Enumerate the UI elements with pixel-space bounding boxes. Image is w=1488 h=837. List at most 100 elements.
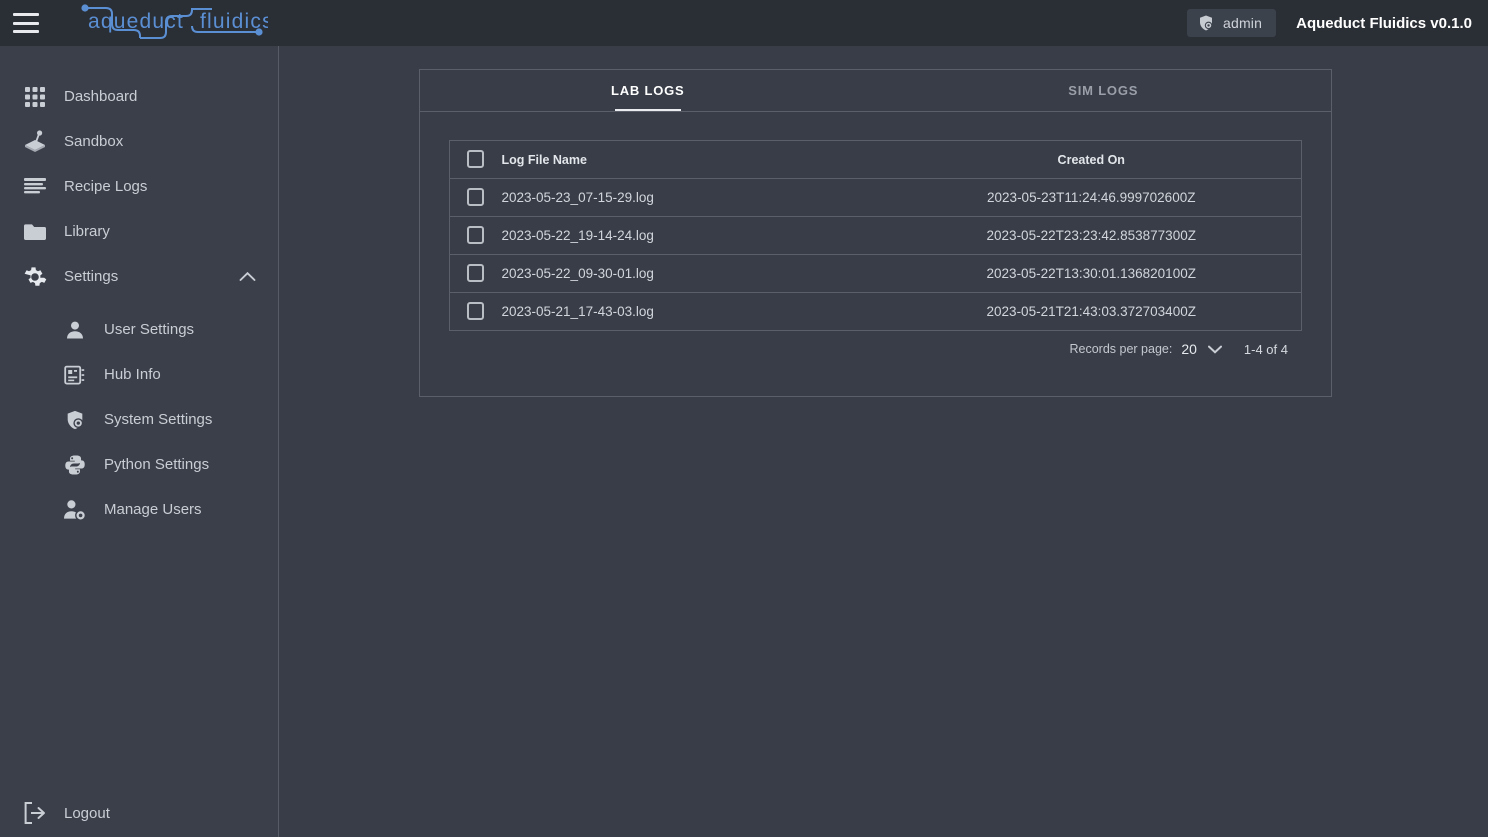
created-on-text: 2023-05-21T21:43:03.372703400Z [986,304,1196,319]
hamburger-line [13,13,39,16]
sidebar-item-recipe-logs[interactable]: Recipe Logs [0,164,278,209]
sidebar-item-settings[interactable]: Settings [0,254,278,299]
admin-label: admin [1222,15,1263,31]
table-row[interactable]: 2023-05-21_17-43-03.log 2023-05-21T21:43… [450,293,1302,331]
sidebar-item-sandbox[interactable]: Sandbox [0,119,278,164]
main-content: LAB LOGS SIM LOGS Log File Name Created … [279,46,1488,837]
admin-user-chip[interactable]: admin [1186,9,1277,37]
cell-log-file-name: 2023-05-22_09-30-01.log [501,254,882,293]
column-label: Log File Name [501,152,587,167]
table-row[interactable]: 2023-05-22_19-14-24.log 2023-05-22T23:23… [449,216,1302,255]
table-header-row: Log File Name Created On [449,140,1302,179]
table-row[interactable]: 2023-05-23_07-15-29.log 2023-05-23T11:24… [449,178,1302,217]
chevron-up-icon[interactable] [239,271,256,282]
python-icon [58,454,92,476]
folder-icon [12,222,58,242]
sidebar-item-hub-info[interactable]: Hub Info [0,352,278,397]
records-per-page-label: Records per page: [1069,342,1173,356]
created-on-text: 2023-05-22T13:30:01.136820100Z [986,266,1196,281]
table-pagination: Records per page: 20 1-4 of 4 [449,331,1302,367]
logs-card-body: Log File Name Created On 2023-05-23_07-1… [420,112,1331,396]
sidebar-item-dashboard[interactable]: Dashboard [0,74,278,119]
cell-log-file-name: 2023-05-21_17-43-03.log [502,293,882,331]
log-file-name-text: 2023-05-23_07-15-29.log [501,190,654,205]
cell-created-on: 2023-05-21T21:43:03.372703400Z [882,293,1302,331]
tab-lab-logs[interactable]: LAB LOGS [420,70,876,111]
chevron-down-icon[interactable] [1207,345,1222,354]
sidebar-item-label: Manage Users [104,501,202,518]
sidebar-item-label: Settings [64,268,119,285]
row-checkbox[interactable] [467,188,485,207]
cell-created-on: 2023-05-22T23:23:42.853877300Z [881,216,1302,255]
logs-tabs: LAB LOGS SIM LOGS [420,70,1331,112]
row-checkbox[interactable] [467,226,485,245]
logs-card: LAB LOGS SIM LOGS Log File Name Created … [419,69,1332,397]
sidebar-item-manage-users[interactable]: Manage Users [0,487,278,532]
row-select-cell [449,254,502,293]
sidebar-item-python-settings[interactable]: Python Settings [0,442,278,487]
tab-label: SIM LOGS [1068,83,1139,98]
log-file-name-text: 2023-05-22_09-30-01.log [501,266,654,281]
sidebar-item-logout[interactable]: Logout [0,789,278,837]
sidebar-item-library[interactable]: Library [0,209,278,254]
hamburger-line [13,30,39,33]
cell-log-file-name: 2023-05-22_19-14-24.log [501,216,882,255]
sidebar-item-user-settings[interactable]: User Settings [0,307,278,352]
svg-text:fluidics: fluidics [200,10,268,33]
tab-label: LAB LOGS [610,83,685,98]
logout-label: Logout [64,804,110,822]
top-bar-right: admin Aqueduct Fluidics v0.1.0 [1186,9,1488,37]
logout-icon [12,802,58,824]
pagination-range-label: 1-4 of 4 [1243,341,1288,357]
table-body: 2023-05-23_07-15-29.log 2023-05-23T11:24… [449,178,1302,331]
hub-chip-icon [58,365,92,385]
sidebar-item-label: User Settings [104,321,195,338]
joystick-icon [12,129,58,154]
table-head: Log File Name Created On [449,140,1302,179]
sidebar-item-label: Recipe Logs [64,178,148,195]
svg-text:aqueduct: aqueduct [88,10,184,33]
hamburger-menu-icon[interactable] [13,13,39,33]
person-gear-icon [58,499,92,521]
sidebar-item-label: System Settings [104,411,213,428]
log-file-name-text: 2023-05-21_17-43-03.log [501,304,654,319]
sidebar-item-system-settings[interactable]: System Settings [0,397,278,442]
sidebar-item-label: Dashboard [64,88,138,105]
app-version-label: Aqueduct Fluidics v0.1.0 [1296,14,1472,32]
sidebar-item-label: Python Settings [104,456,210,473]
records-per-page-value[interactable]: 20 [1181,341,1197,357]
cell-created-on: 2023-05-22T13:30:01.136820100Z [881,254,1302,293]
sidebar-settings-submenu: User Settings Hub Info System Settings P… [0,299,278,532]
row-checkbox[interactable] [467,302,485,321]
log-file-name-text: 2023-05-22_19-14-24.log [501,228,654,243]
tab-sim-logs[interactable]: SIM LOGS [876,70,1332,111]
sidebar-main-nav: Dashboard Sandbox Recipe Logs Library Se… [0,46,278,299]
column-header-log-file-name[interactable]: Log File Name [501,140,882,179]
aqueduct-fluidics-logo-icon: aqueduct fluidics [81,4,268,39]
column-label: Created On [1057,152,1125,167]
gear-icon [12,265,58,289]
row-select-cell [449,216,502,255]
column-header-created-on[interactable]: Created On [881,140,1302,179]
table-row[interactable]: 2023-05-22_09-30-01.log 2023-05-22T13:30… [449,254,1302,293]
sidebar-item-label: Sandbox [64,133,124,150]
grid-icon [12,86,58,108]
sidebar-item-label: Hub Info [104,366,161,383]
row-select-cell [449,178,502,217]
app-logo[interactable]: aqueduct fluidics [72,0,268,46]
sidebar: Dashboard Sandbox Recipe Logs Library Se… [0,46,279,837]
row-select-cell [450,293,502,331]
hamburger-line [13,21,39,25]
shield-account-icon [1199,15,1213,31]
select-all-checkbox[interactable] [467,150,485,169]
created-on-text: 2023-05-23T11:24:46.999702600Z [987,190,1196,205]
shield-gear-icon [58,409,92,431]
top-app-bar: aqueduct fluidics admin Aqueduct Fluidic… [0,0,1488,46]
row-checkbox[interactable] [467,264,485,283]
list-lines-icon [12,177,58,196]
person-icon [58,320,92,340]
cell-log-file-name: 2023-05-23_07-15-29.log [501,178,882,217]
select-all-cell [449,140,502,179]
log-files-table: Log File Name Created On 2023-05-23_07-1… [449,140,1302,331]
created-on-text: 2023-05-22T23:23:42.853877300Z [986,228,1196,243]
